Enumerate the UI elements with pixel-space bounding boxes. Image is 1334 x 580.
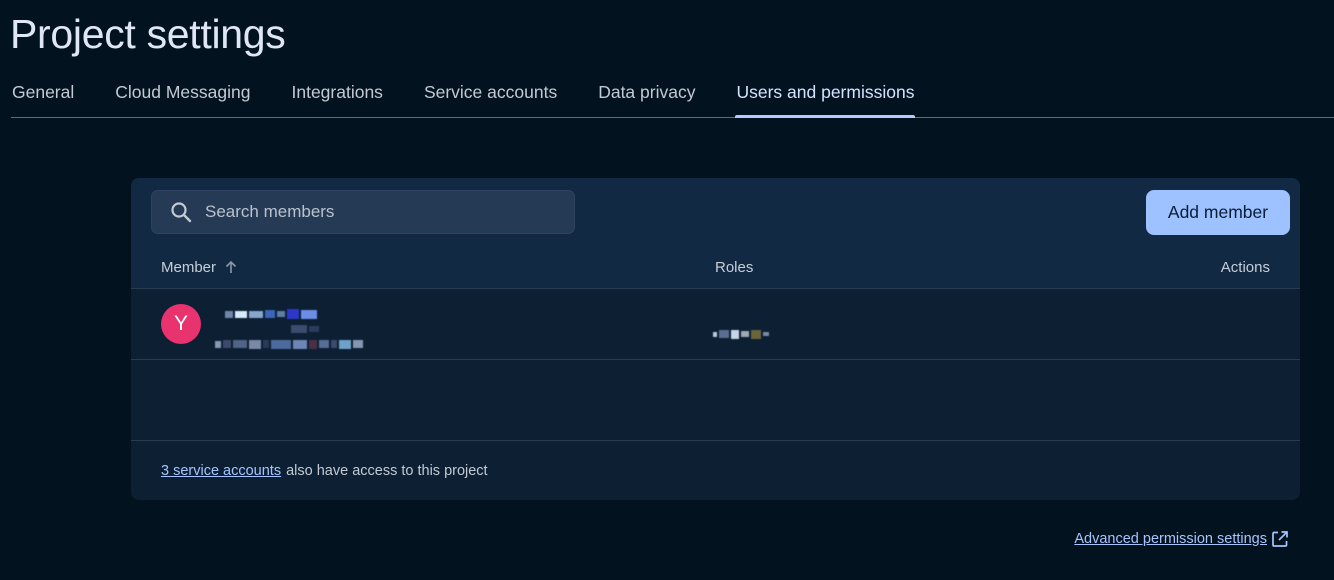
tab-data-privacy[interactable]: Data privacy [597,68,696,117]
tab-general[interactable]: General [11,68,75,117]
table-row: Y [131,289,1300,360]
tab-users-and-permissions[interactable]: Users and permissions [735,68,916,118]
redacted-member-role [713,329,771,339]
advanced-permission-settings-link[interactable]: Advanced permission settings [1074,530,1289,548]
add-member-button[interactable]: Add member [1146,190,1290,235]
settings-tabs: General Cloud Messaging Integrations Ser… [11,68,1334,118]
search-icon [169,200,193,224]
advanced-permission-settings-label: Advanced permission settings [1074,531,1267,547]
arrow-up-icon [224,260,238,274]
column-label-member: Member [161,258,217,276]
column-header-actions: Actions [1220,258,1270,276]
redacted-member-email [215,339,365,349]
search-box[interactable] [151,190,575,234]
members-card: Add member Member Roles Actions Y [131,178,1300,500]
tab-service-accounts[interactable]: Service accounts [423,68,558,117]
search-input[interactable] [205,202,545,222]
redacted-member-fragment [291,325,321,333]
external-link-icon [1271,530,1289,548]
table-empty-space [131,360,1300,441]
page-title: Project settings [10,11,286,57]
members-toolbar: Add member [131,178,1300,246]
column-header-member[interactable]: Member [161,246,238,288]
service-accounts-link[interactable]: 3 service accounts [161,463,281,479]
tab-cloud-messaging[interactable]: Cloud Messaging [114,68,251,117]
column-header-roles: Roles [715,258,754,276]
members-table-header: Member Roles Actions [131,246,1300,289]
redacted-member-name [225,308,319,320]
service-accounts-text: also have access to this project [286,463,488,479]
service-accounts-note: 3 service accounts also have access to t… [131,441,1300,500]
avatar: Y [161,304,201,344]
tab-integrations[interactable]: Integrations [290,68,383,117]
